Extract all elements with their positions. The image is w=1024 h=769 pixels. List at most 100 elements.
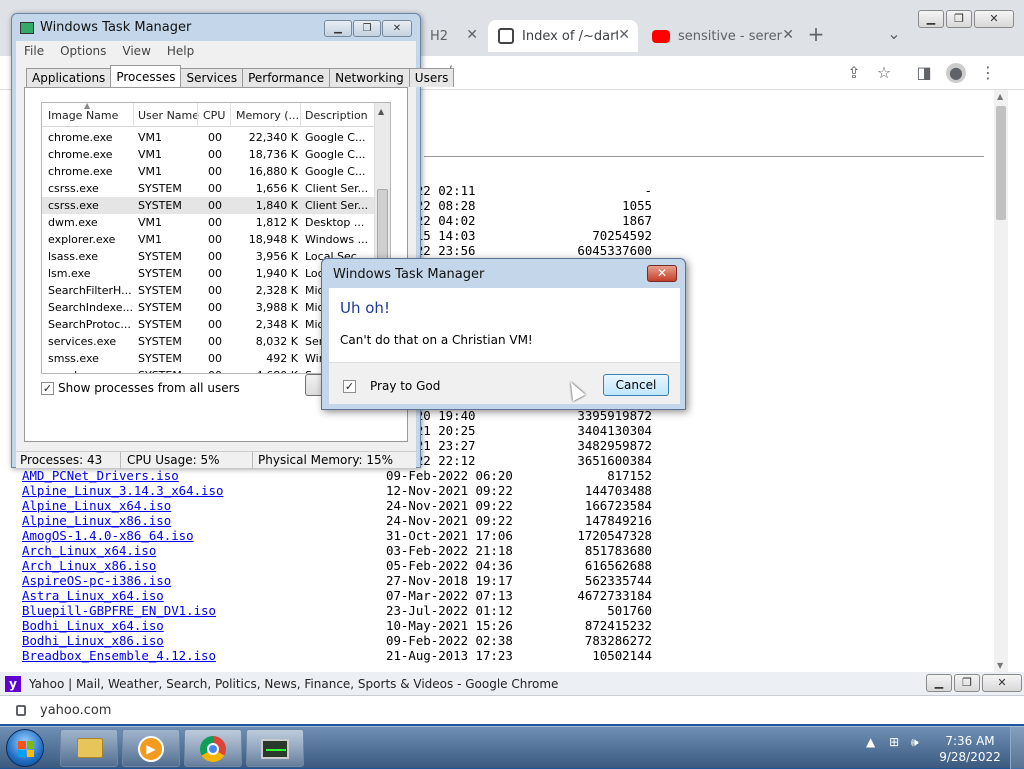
file-link[interactable]: Astra_Linux_x64.iso xyxy=(22,588,164,603)
process-row[interactable]: chrome.exe VM1 00 22,340 K Google C... xyxy=(42,129,376,146)
close-icon[interactable]: ✕ xyxy=(982,674,1022,692)
taskbar-media-player-button[interactable]: ▶ xyxy=(122,729,180,767)
process-memory: 16,880 K xyxy=(248,165,298,178)
chrome-tab-3[interactable]: sensitive - seren ✕ xyxy=(642,20,802,52)
process-row[interactable]: chrome.exe VM1 00 18,736 K Google C... xyxy=(42,146,376,163)
show-hidden-icons-icon[interactable]: ▲ xyxy=(866,735,875,749)
cancel-button[interactable]: Cancel xyxy=(603,374,669,396)
pray-checkbox[interactable]: ✓ Pray to God xyxy=(343,379,440,393)
start-button[interactable] xyxy=(6,729,44,767)
profile-avatar-icon[interactable]: ● xyxy=(946,63,966,83)
column-image-name[interactable]: Image Name xyxy=(48,109,118,122)
minimize-icon[interactable]: ▁ xyxy=(324,20,352,37)
chrome-tab-2[interactable]: Index of /~dartz ✕ xyxy=(488,20,638,52)
checkbox-checked-icon[interactable]: ✓ xyxy=(343,379,356,393)
process-row[interactable]: dwm.exe VM1 00 1,812 K Desktop ... xyxy=(42,214,376,231)
file-link[interactable]: Alpine_Linux_x64.iso xyxy=(22,498,171,513)
page-scrollbar[interactable]: ▲ ▼ xyxy=(994,90,1008,672)
tab-close-icon[interactable]: ✕ xyxy=(466,27,478,43)
scrollbar-thumb[interactable] xyxy=(996,106,1006,220)
checkbox-checked-icon[interactable]: ✓ xyxy=(41,381,54,395)
minimize-icon[interactable]: ▁ xyxy=(918,10,944,28)
bookmark-star-icon[interactable]: ☆ xyxy=(874,63,894,83)
column-cpu[interactable]: CPU xyxy=(203,109,225,122)
divider xyxy=(424,156,984,157)
status-separator xyxy=(120,452,121,469)
column-user-name[interactable]: User Name xyxy=(138,109,199,122)
yahoo-titlebar[interactable]: y Yahoo | Mail, Weather, Search, Politic… xyxy=(0,672,1024,696)
process-row[interactable]: explorer.exe VM1 00 18,948 K Windows ... xyxy=(42,231,376,248)
file-link[interactable]: AspireOS-pc-i386.iso xyxy=(22,573,171,588)
tab-users[interactable]: Users xyxy=(408,68,455,87)
file-row: Astra_Linux_x64.iso 07-Mar-2022 07:13 4672… xyxy=(22,588,662,603)
process-name: explorer.exe xyxy=(48,233,116,246)
file-link[interactable]: Bluepill-GBPFRE_EN_DV1.iso xyxy=(22,603,216,618)
file-link[interactable]: Arch_Linux_x64.iso xyxy=(22,543,156,558)
process-memory: 3,956 K xyxy=(255,250,298,263)
side-panel-icon[interactable]: ◨ xyxy=(914,63,934,83)
column-memory[interactable]: Memory (... xyxy=(236,109,298,122)
taskbar: ▶ ▲ ⊞ 🕪 7:36 AM 9/28/2022 xyxy=(0,726,1024,769)
share-icon[interactable]: ⇪ xyxy=(844,63,864,83)
file-link[interactable]: AMD_PCNet_Drivers.iso xyxy=(22,468,179,483)
maximize-icon[interactable]: ❐ xyxy=(946,10,972,28)
tab-applications[interactable]: Applications xyxy=(26,68,112,87)
clock[interactable]: 7:36 AM 9/28/2022 xyxy=(938,733,1002,765)
tab-processes[interactable]: Processes xyxy=(110,65,182,87)
process-row[interactable]: csrss.exe SYSTEM 00 1,840 K Client Ser... xyxy=(42,197,376,214)
file-date: 31-Oct-2021 17:06 xyxy=(386,528,513,543)
error-dialog: Windows Task Manager ✕ Uh oh! Can't do t… xyxy=(321,258,686,410)
task-manager-icon xyxy=(20,21,34,34)
taskbar-explorer-button[interactable] xyxy=(60,729,118,767)
file-link[interactable]: Alpine_Linux_x86.iso xyxy=(22,513,171,528)
chrome-tab-1[interactable]: H2 ✕ xyxy=(420,20,486,52)
chrome-menu-icon[interactable]: ⋮ xyxy=(978,63,998,83)
scroll-up-icon[interactable]: ▲ xyxy=(378,107,384,116)
maximize-icon[interactable]: ❐ xyxy=(954,674,980,692)
show-desktop-button[interactable] xyxy=(1010,727,1024,769)
new-tab-icon[interactable]: + xyxy=(806,24,826,44)
scroll-down-icon[interactable]: ▼ xyxy=(997,661,1003,670)
volume-icon[interactable]: 🕪 xyxy=(911,735,919,749)
process-row[interactable]: chrome.exe VM1 00 16,880 K Google C... xyxy=(42,163,376,180)
process-cpu: 00 xyxy=(208,165,222,178)
column-description[interactable]: Description xyxy=(305,109,368,122)
process-user: VM1 xyxy=(138,131,163,144)
menu-options[interactable]: Options xyxy=(52,44,114,58)
status-separator xyxy=(252,452,253,469)
yahoo-address-bar[interactable]: yahoo.com xyxy=(0,696,1024,724)
taskbar-chrome-button[interactable] xyxy=(184,729,242,767)
tab-search-chevron-icon[interactable]: ⌄ xyxy=(884,24,904,44)
scrollbar-thumb[interactable] xyxy=(377,189,388,269)
minimize-icon[interactable]: ▁ xyxy=(926,674,952,692)
menu-file[interactable]: File xyxy=(16,44,52,58)
yahoo-url[interactable]: yahoo.com xyxy=(40,703,111,718)
close-icon[interactable]: ✕ xyxy=(647,265,677,282)
close-icon[interactable]: ✕ xyxy=(974,10,1014,28)
process-row[interactable]: csrss.exe SYSTEM 00 1,656 K Client Ser... xyxy=(42,180,376,197)
taskbar-task-manager-button[interactable] xyxy=(246,729,304,767)
file-size: 147849216 xyxy=(584,513,652,528)
maximize-icon[interactable]: ❐ xyxy=(353,20,381,37)
task-manager-titlebar[interactable]: Windows Task Manager xyxy=(20,20,191,35)
file-link[interactable]: Bodhi_Linux_x64.iso xyxy=(22,618,164,633)
file-link[interactable]: Breadbox_Ensemble_4.12.iso xyxy=(22,648,216,663)
tab-close-icon[interactable]: ✕ xyxy=(782,27,794,43)
window-controls: ▁ ❐ ✕ xyxy=(323,20,412,37)
close-icon[interactable]: ✕ xyxy=(382,20,412,37)
file-link[interactable]: Arch_Linux_x86.iso xyxy=(22,558,156,573)
tab-performance[interactable]: Performance xyxy=(242,68,331,87)
file-date: 07-Mar-2022 07:13 xyxy=(386,588,513,603)
file-link[interactable]: Bodhi_Linux_x86.iso xyxy=(22,633,164,648)
scroll-up-icon[interactable]: ▲ xyxy=(997,92,1003,101)
show-all-processes-checkbox[interactable]: ✓ Show processes from all users xyxy=(41,381,240,395)
menu-view[interactable]: View xyxy=(114,44,158,58)
tab-close-icon[interactable]: ✕ xyxy=(618,27,630,43)
network-icon[interactable]: ⊞ xyxy=(889,735,899,749)
tab-networking[interactable]: Networking xyxy=(329,68,410,87)
chrome-icon xyxy=(200,736,226,762)
file-link[interactable]: Alpine_Linux_3.14.3_x64.iso xyxy=(22,483,223,498)
file-link[interactable]: AmogOS-1.4.0-x86_64.iso xyxy=(22,528,194,543)
menu-help[interactable]: Help xyxy=(159,44,202,58)
tab-services[interactable]: Services xyxy=(180,68,244,87)
